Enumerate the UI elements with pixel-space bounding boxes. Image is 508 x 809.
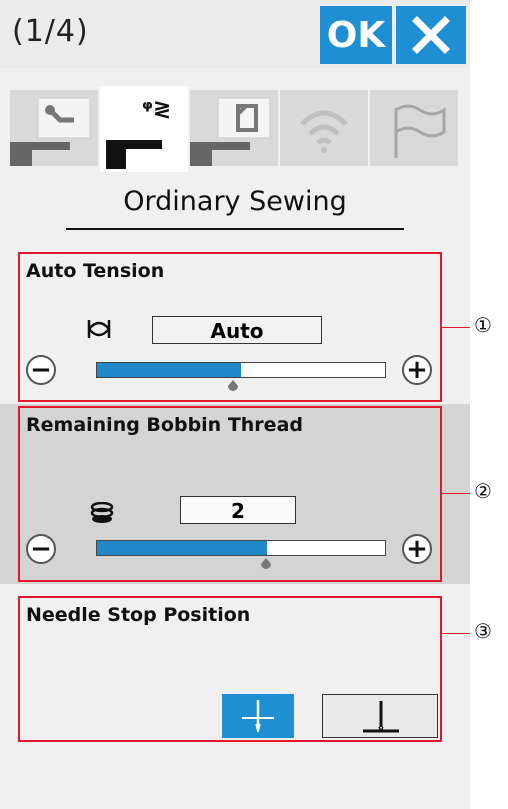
bobbin-panel: Remaining Bobbin Thread 2 − +: [18, 406, 442, 582]
bobbin-slider-fill: [97, 541, 267, 555]
callout-line-2: [442, 493, 470, 494]
tension-plus-button[interactable]: +: [402, 355, 432, 385]
tension-icon: [87, 320, 111, 338]
svg-text:ᵠ≷: ᵠ≷: [142, 97, 171, 122]
needle-stop-panel: Needle Stop Position: [18, 596, 442, 742]
tab-wireless[interactable]: [280, 90, 368, 166]
needle-stop-label: Needle Stop Position: [26, 604, 251, 626]
callout-line-3: [442, 633, 470, 634]
bobbin-label: Remaining Bobbin Thread: [26, 414, 303, 436]
bobbin-minus-button[interactable]: −: [26, 534, 56, 564]
tab-language[interactable]: [370, 90, 458, 166]
wifi-icon: [300, 110, 348, 153]
needle-up-icon: [242, 700, 274, 733]
bobbin-slider-marker-icon: [261, 558, 271, 569]
auto-tension-label: Auto Tension: [26, 260, 165, 282]
title-underline: [66, 228, 404, 230]
tension-minus-button[interactable]: −: [26, 355, 56, 385]
settings-screen: (1/4) OK ᵠ≷ Ordinary Sewing Auto Tension…: [0, 0, 470, 809]
needle-down-button[interactable]: [322, 694, 438, 738]
ok-button[interactable]: OK: [320, 6, 392, 64]
callout-3: ③: [474, 619, 492, 643]
needle-down-icon: [363, 701, 399, 733]
header: (1/4) OK: [0, 0, 470, 68]
page-indicator: (1/4): [12, 14, 89, 49]
bobbin-icon: [90, 502, 114, 523]
section-title: Ordinary Sewing: [123, 186, 347, 217]
tension-slider[interactable]: [96, 362, 386, 378]
callout-1: ①: [474, 313, 492, 337]
tab-ordinary-sewing[interactable]: ᵠ≷: [100, 86, 188, 172]
bobbin-slider[interactable]: [96, 540, 386, 556]
tension-value-field: Auto: [152, 316, 322, 344]
settings-tabs: ᵠ≷: [0, 80, 470, 172]
tab-embroidery[interactable]: [190, 90, 278, 166]
callout-line-1: [442, 327, 470, 328]
flag-icon: [394, 104, 446, 158]
close-button[interactable]: [396, 6, 466, 64]
machine-embroidery-icon: [190, 97, 271, 166]
callout-2: ②: [474, 479, 492, 503]
tab-common-settings[interactable]: [10, 90, 98, 166]
tension-slider-marker-icon: [228, 380, 238, 391]
machine-wrench-icon: [10, 97, 91, 166]
needle-up-button[interactable]: [222, 694, 294, 738]
close-icon: [412, 16, 450, 54]
machine-sewing-icon: ᵠ≷: [106, 97, 171, 169]
tension-slider-fill: [97, 363, 241, 377]
auto-tension-panel: Auto Tension Auto − +: [18, 252, 442, 402]
bobbin-plus-button[interactable]: +: [402, 534, 432, 564]
bobbin-value-field: 2: [180, 496, 296, 524]
